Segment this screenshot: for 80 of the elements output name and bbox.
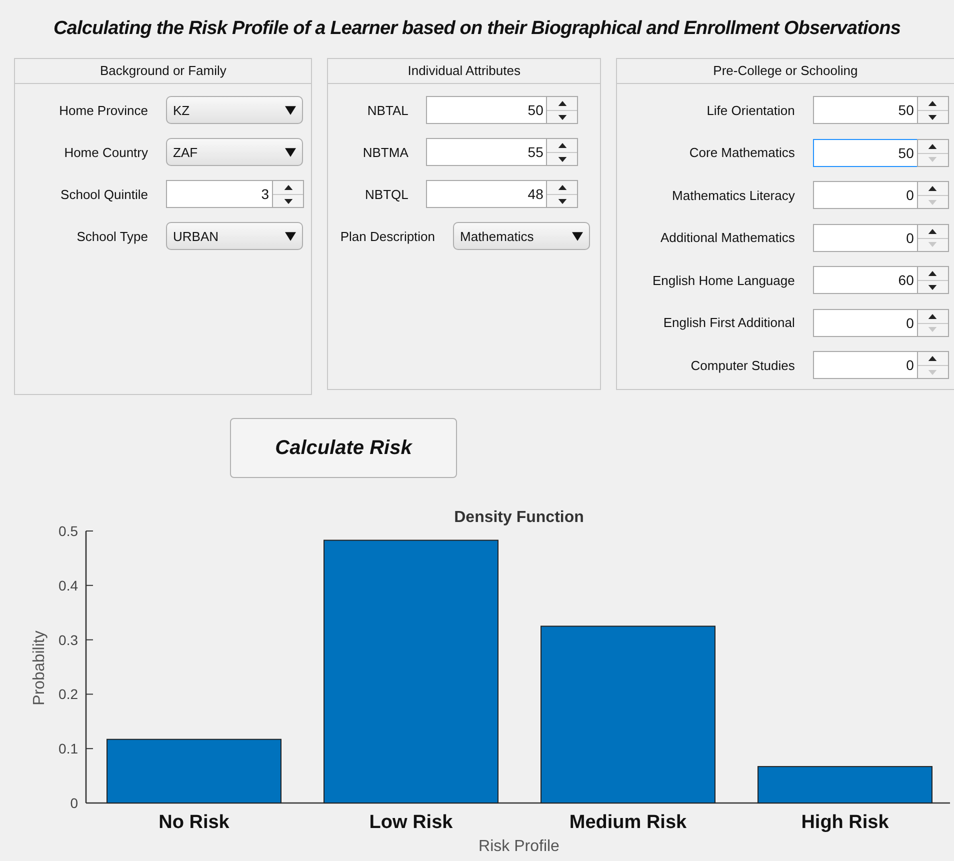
dropdown[interactable]: URBAN: [166, 222, 303, 250]
field-label: NBTAL: [366, 102, 408, 118]
y-tick-label: 0.4: [58, 577, 78, 594]
field-label: School Quintile: [60, 186, 148, 202]
down-arrow-icon: [284, 198, 292, 204]
panel-title: Background or Family: [15, 59, 312, 84]
x-axis-label: Risk Profile: [478, 838, 560, 855]
up-arrow-icon: [558, 185, 567, 190]
down-arrow-icon: [558, 198, 567, 204]
caret-icon: [285, 232, 296, 240]
up-arrow-icon: [928, 101, 938, 106]
field-label: NBTQL: [364, 186, 408, 202]
number-field[interactable]: 0: [812, 181, 917, 209]
y-tick-label: 0.5: [58, 523, 78, 539]
down-arrow-icon: [928, 114, 938, 120]
down-arrow-icon: [928, 157, 938, 162]
up-arrow-icon: [928, 356, 938, 361]
field-label: Additional Mathematics: [659, 230, 795, 245]
chart-title: Density Function: [454, 509, 584, 526]
x-tick-label: High Risk: [801, 812, 889, 833]
down-arrow-icon: [928, 284, 938, 290]
number-field[interactable]: 0: [812, 224, 917, 252]
field-label: Mathematics Literacy: [671, 188, 795, 202]
field-label: English First Additional: [662, 315, 795, 330]
y-tick-label: 0.2: [58, 686, 78, 702]
dropdown[interactable]: ZAF: [166, 138, 303, 166]
field-label: Life Orientation: [706, 102, 795, 118]
up-arrow-icon: [928, 271, 938, 276]
number-field[interactable]: 50: [426, 96, 546, 124]
decrement-button[interactable]: [547, 152, 578, 165]
decrement-button[interactable]: [918, 280, 948, 293]
field-label: NBTMA: [362, 144, 408, 160]
down-arrow-icon: [928, 200, 938, 204]
y-axis-label: Probability: [31, 630, 48, 706]
down-arrow-icon: [558, 156, 567, 162]
x-tick-label: Medium Risk: [569, 812, 687, 833]
decrement-button[interactable]: [918, 110, 948, 123]
down-arrow-icon: [928, 327, 938, 332]
field-label: Home Country: [63, 144, 148, 160]
number-field[interactable]: 60: [812, 266, 917, 294]
up-arrow-icon: [928, 228, 938, 234]
panel-title: Pre-College or Schooling: [616, 59, 954, 84]
field-label: Plan Description: [340, 228, 436, 244]
dropdown[interactable]: KZ: [166, 96, 303, 124]
caret-icon: [572, 232, 584, 240]
up-arrow-icon: [928, 144, 938, 148]
caret-icon: [285, 106, 296, 114]
caret-icon: [285, 148, 296, 156]
down-arrow-icon: [928, 370, 938, 374]
field-label: Core Mathematics: [688, 145, 795, 160]
number-field[interactable]: 55: [426, 138, 546, 166]
up-arrow-icon: [284, 185, 292, 190]
up-arrow-icon: [558, 101, 567, 106]
number-field[interactable]: 0: [812, 351, 917, 379]
up-arrow-icon: [928, 186, 938, 191]
number-field[interactable]: 0: [812, 308, 917, 336]
y-tick-label: 0: [70, 795, 78, 811]
field-label: English Home Language: [651, 272, 795, 288]
dropdown[interactable]: Mathematics: [453, 222, 590, 250]
number-field[interactable]: 3: [166, 180, 272, 208]
number-field[interactable]: 50: [812, 138, 917, 166]
up-arrow-icon: [928, 314, 938, 318]
decrement-button[interactable]: [273, 194, 303, 207]
panel-title: Individual Attributes: [328, 59, 600, 84]
field-label: Computer Studies: [690, 358, 795, 372]
y-tick-label: 0.3: [58, 632, 78, 648]
field-label: School Type: [76, 228, 148, 244]
number-field[interactable]: 50: [812, 96, 917, 124]
x-tick-label: No Risk: [158, 812, 230, 833]
up-arrow-icon: [558, 143, 567, 148]
y-tick-label: 0.1: [58, 740, 78, 757]
decrement-button[interactable]: [547, 194, 578, 207]
number-field[interactable]: 48: [426, 180, 546, 208]
window-title: Calculating the Risk Profile of a Learner based on their Biographical and Enrollment Observations: [52, 17, 902, 41]
decrement-button[interactable]: [547, 110, 578, 123]
down-arrow-icon: [558, 114, 567, 120]
field-label: Home Province: [58, 102, 148, 118]
calculate-button[interactable]: Calculate Risk: [230, 418, 457, 478]
down-arrow-icon: [928, 242, 938, 247]
x-tick-label: Low Risk: [369, 812, 453, 833]
